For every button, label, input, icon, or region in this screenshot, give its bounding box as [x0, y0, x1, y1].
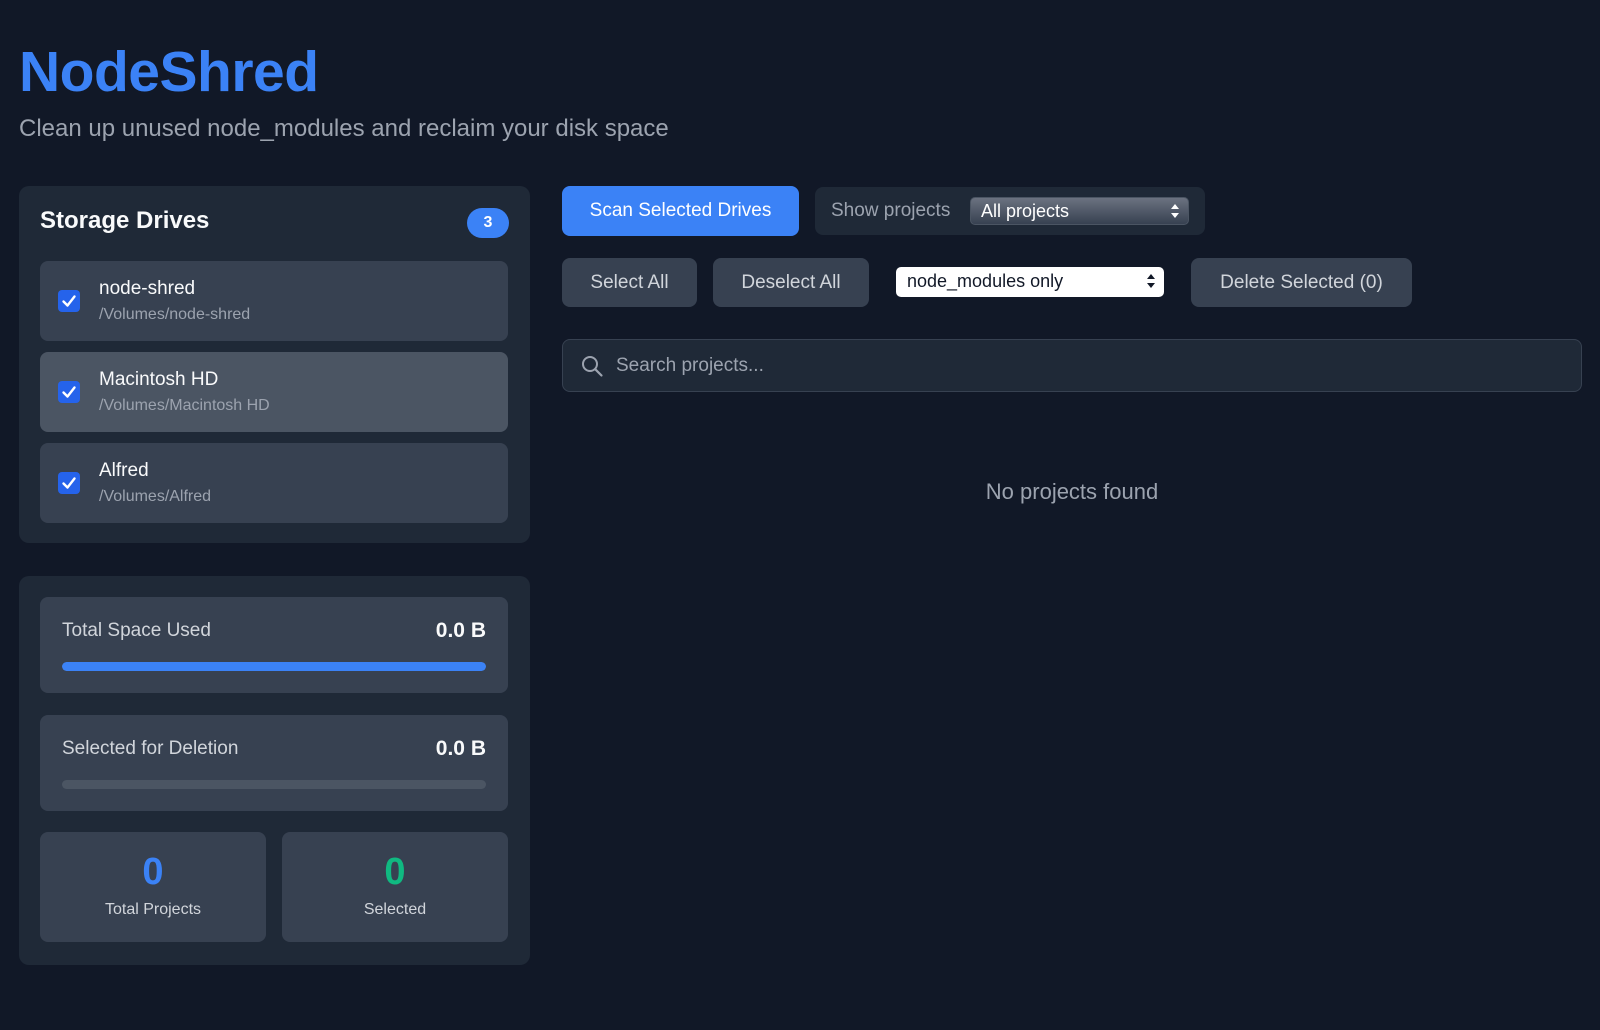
selected-deletion-card: Selected for Deletion 0.0 B — [40, 715, 508, 811]
select-arrows-icon — [1147, 274, 1155, 288]
total-projects-label: Total Projects — [104, 901, 202, 918]
search-input[interactable] — [616, 340, 1566, 391]
select-arrows-icon — [1171, 204, 1179, 218]
drive-name: node-shred — [99, 278, 196, 299]
drive-name: Macintosh HD — [99, 369, 219, 390]
app-subtitle: Clean up unused node_modules and reclaim… — [19, 115, 669, 142]
drive-count-badge: 3 — [467, 208, 509, 238]
selected-label: Selected — [363, 901, 427, 918]
selected-deletion-progress — [62, 780, 486, 789]
check-icon — [62, 386, 76, 398]
check-icon — [62, 477, 76, 489]
project-type-select-value: node_modules only — [907, 271, 1064, 291]
scan-selected-drives-button[interactable]: Scan Selected Drives — [562, 186, 799, 236]
show-projects-label: Show projects — [831, 200, 951, 221]
selected-card: 0 Selected — [282, 832, 508, 942]
select-all-button[interactable]: Select All — [562, 258, 697, 307]
storage-drives-panel: Storage Drives 3 node-shred /Volumes/nod… — [19, 186, 530, 543]
drive-checkbox[interactable] — [58, 381, 80, 403]
show-projects-select-value: All projects — [981, 201, 1070, 221]
stats-panel: Total Space Used 0.0 B Selected for Dele… — [19, 576, 530, 965]
drive-item-node-shred[interactable]: node-shred /Volumes/node-shred — [40, 261, 508, 341]
empty-state-message: No projects found — [985, 479, 1159, 504]
search-box[interactable] — [562, 339, 1582, 392]
delete-selected-button[interactable]: Delete Selected (0) — [1191, 258, 1412, 307]
total-space-value: 0.0 B — [435, 619, 486, 642]
drive-name: Alfred — [99, 460, 149, 481]
total-space-card: Total Space Used 0.0 B — [40, 597, 508, 693]
deselect-all-button[interactable]: Deselect All — [713, 258, 869, 307]
drive-path: /Volumes/node-shred — [99, 306, 251, 323]
drive-item-alfred[interactable]: Alfred /Volumes/Alfred — [40, 443, 508, 523]
total-projects-card: 0 Total Projects — [40, 832, 266, 942]
selected-count: 0 — [384, 851, 406, 893]
drive-checkbox[interactable] — [58, 290, 80, 312]
project-type-select[interactable]: node_modules only — [896, 267, 1164, 297]
app-title: NodeShred — [19, 40, 319, 104]
total-space-label: Total Space Used — [62, 620, 211, 641]
search-icon — [582, 356, 603, 377]
total-space-progress — [62, 662, 486, 671]
drive-item-macintosh-hd[interactable]: Macintosh HD /Volumes/Macintosh HD — [40, 352, 508, 432]
drive-path: /Volumes/Alfred — [99, 488, 212, 505]
check-icon — [62, 295, 76, 307]
total-space-progress-fill — [62, 662, 486, 671]
show-projects-select[interactable]: All projects — [970, 197, 1189, 225]
drive-path: /Volumes/Macintosh HD — [99, 397, 270, 414]
selected-deletion-label: Selected for Deletion — [62, 738, 239, 759]
total-projects-count: 0 — [142, 851, 164, 893]
storage-drives-title: Storage Drives — [40, 207, 210, 234]
selected-deletion-value: 0.0 B — [435, 737, 486, 760]
show-projects-filter: Show projects All projects — [815, 187, 1205, 235]
drive-checkbox[interactable] — [58, 472, 80, 494]
